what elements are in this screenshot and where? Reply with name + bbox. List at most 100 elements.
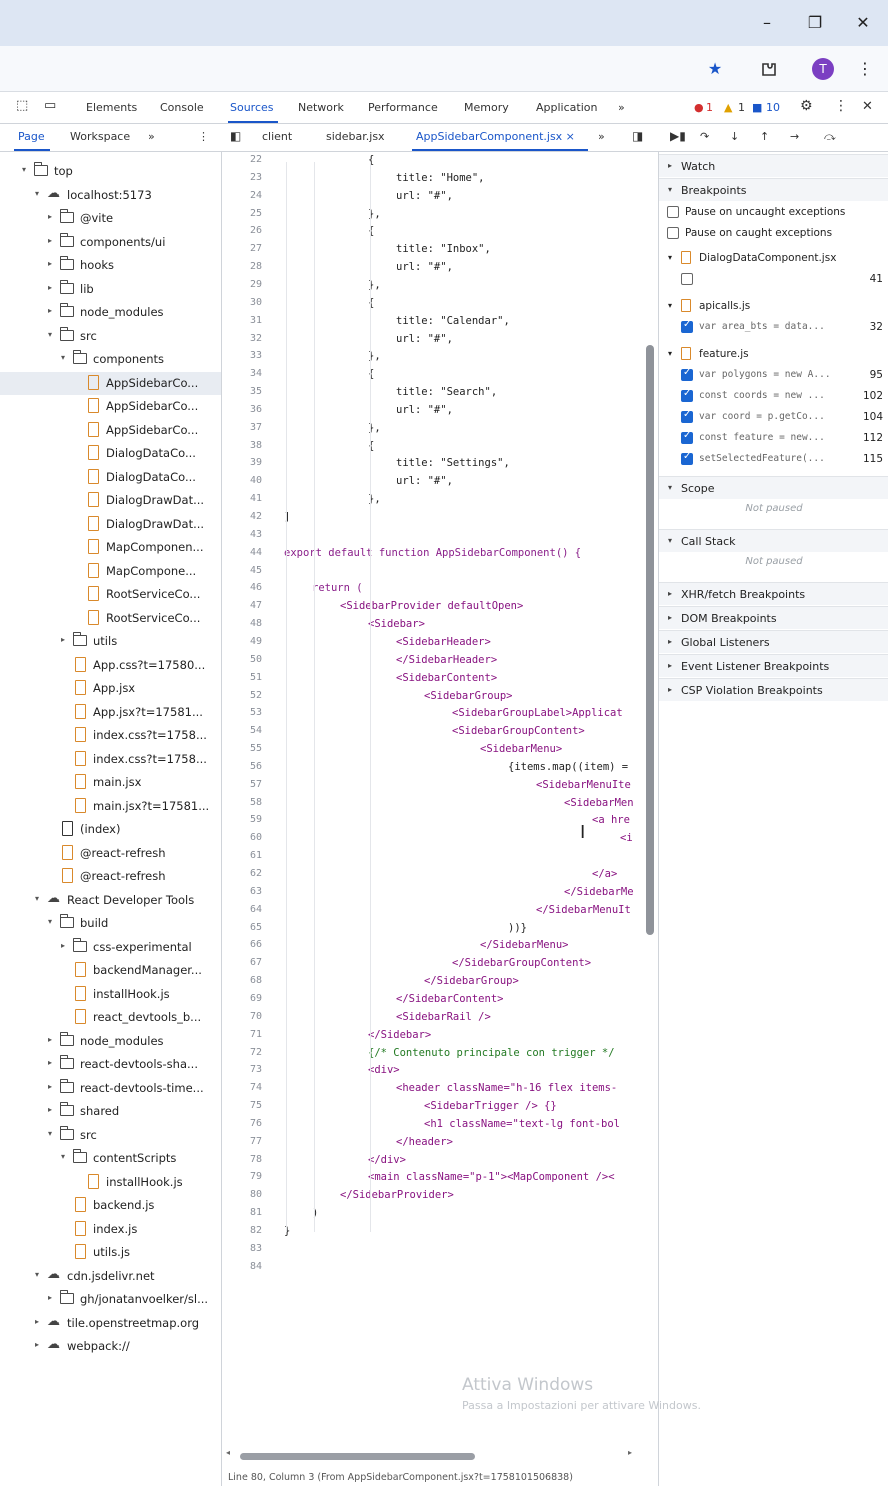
tree-item[interactable]: AppSidebarCo... [0, 371, 221, 395]
tree-item[interactable]: backendManager... [0, 959, 221, 982]
collapsed-arrow-icon[interactable]: ▸ [48, 1035, 52, 1044]
file-tab-client[interactable]: client [262, 130, 292, 143]
tree-item[interactable]: MapComponen... [0, 536, 221, 559]
tab-application[interactable]: Application [536, 101, 597, 114]
tree-item[interactable]: ▾ ☁ cdn.jsdelivr.net [0, 1265, 221, 1288]
breakpoints-section[interactable]: ▾ Breakpoints [659, 178, 888, 201]
tree-item[interactable]: AppSidebarCo... [0, 395, 221, 418]
collapsed-arrow-icon[interactable]: ▸ [35, 1317, 39, 1326]
line-number[interactable]: 57 [222, 779, 262, 790]
line-number[interactable]: 70 [222, 1011, 262, 1022]
line-number[interactable]: 39 [222, 457, 262, 468]
tab-network[interactable]: Network [298, 101, 344, 114]
line-number[interactable]: 63 [222, 886, 262, 897]
tree-item[interactable]: MapCompone... [0, 560, 221, 583]
star-icon[interactable]: ★ [702, 56, 728, 82]
line-number[interactable]: 24 [222, 190, 262, 201]
toggle-navigator-icon[interactable]: ◧ [230, 129, 241, 143]
tree-item[interactable]: ▸ node_modules [0, 1030, 221, 1053]
tab-sources[interactable]: Sources [230, 101, 274, 114]
expanded-arrow-icon[interactable]: ▾ [668, 253, 672, 262]
tree-item[interactable]: ▸ node_modules [0, 301, 221, 324]
line-number[interactable]: 28 [222, 261, 262, 272]
line-number[interactable]: 64 [222, 904, 262, 915]
more-tabs-button[interactable]: » [618, 101, 625, 114]
line-number[interactable]: 83 [222, 1243, 262, 1254]
line-number[interactable]: 58 [222, 797, 262, 808]
tree-item[interactable]: ▸ react-devtools-time... [0, 1077, 221, 1100]
collapsed-arrow-icon[interactable]: ▸ [61, 941, 65, 950]
tree-item[interactable]: react_devtools_b... [0, 1006, 221, 1029]
expanded-arrow-icon[interactable]: ▾ [668, 301, 672, 310]
tree-item[interactable]: ▸ shared [0, 1100, 221, 1123]
pause-caught-option[interactable]: Pause on caught exceptions [659, 223, 888, 244]
settings-gear-icon[interactable]: ⚙ [800, 98, 813, 114]
line-number[interactable]: 44 [222, 547, 262, 558]
breakpoint-file[interactable]: ▾ feature.js [659, 344, 888, 365]
tree-item[interactable]: ▾ src [0, 325, 221, 348]
expanded-arrow-icon[interactable]: ▾ [48, 330, 52, 339]
scope-section[interactable]: ▾ Scope [659, 476, 888, 499]
tree-item[interactable]: DialogDrawDat... [0, 489, 221, 512]
resume-icon[interactable]: ▶▮ [670, 129, 686, 143]
expanded-arrow-icon[interactable]: ▾ [48, 917, 52, 926]
collapsed-arrow-icon[interactable]: ▸ [48, 1293, 52, 1302]
tree-item[interactable]: main.jsx?t=17581... [0, 795, 221, 818]
line-number[interactable]: 31 [222, 315, 262, 326]
code-editor[interactable]: 22{23 title: "Home", 24 url: "#", 25}, 26{27 t… [222, 152, 658, 1452]
line-number[interactable]: 56 [222, 761, 262, 772]
breakpoint-checkbox[interactable] [681, 409, 693, 423]
debugger-subsection[interactable]: ▸ CSP Violation Breakpoints [659, 678, 888, 701]
collapsed-arrow-icon[interactable]: ▸ [61, 635, 65, 644]
tab-performance[interactable]: Performance [368, 101, 438, 114]
line-number[interactable]: 61 [222, 850, 262, 861]
error-count-icon[interactable]: ● [694, 101, 704, 114]
editor-vertical-scrollbar[interactable] [646, 345, 654, 935]
tree-item[interactable]: ▸ gh/jonatanvoelker/sl... [0, 1288, 221, 1311]
line-number[interactable]: 54 [222, 725, 262, 736]
toggle-debugger-icon[interactable]: ◨ [632, 129, 643, 143]
devtools-menu-icon[interactable]: ⋮ [834, 98, 848, 114]
line-number[interactable]: 47 [222, 600, 262, 611]
extension-icon[interactable] [756, 56, 782, 82]
pause-caught-checkbox[interactable] [667, 227, 679, 239]
step-icon[interactable]: → [790, 130, 799, 143]
line-number[interactable]: 26 [222, 225, 262, 236]
line-number[interactable]: 38 [222, 440, 262, 451]
file-tab-appsidebarcomponent[interactable]: AppSidebarComponent.jsx × [416, 130, 575, 143]
tree-item[interactable]: ▸ utils [0, 630, 221, 653]
breakpoint-item[interactable]: var area_bts = data... 32 [659, 317, 888, 338]
tab-memory[interactable]: Memory [464, 101, 509, 114]
file-tab-sidebar[interactable]: sidebar.jsx [326, 130, 385, 143]
tree-item[interactable]: index.js [0, 1218, 221, 1241]
collapsed-arrow-icon[interactable]: ▸ [48, 212, 52, 221]
tab-elements[interactable]: Elements [86, 101, 137, 114]
step-out-icon[interactable]: ↑ [760, 130, 769, 143]
line-number[interactable]: 68 [222, 975, 262, 986]
collapsed-arrow-icon[interactable]: ▸ [48, 1082, 52, 1091]
scroll-left-arrow-icon[interactable]: ◂ [226, 1448, 230, 1457]
call-stack-section[interactable]: ▾ Call Stack [659, 529, 888, 552]
line-number[interactable]: 48 [222, 618, 262, 629]
breakpoint-item[interactable]: var polygons = new A... 95 [659, 365, 888, 386]
menu-icon[interactable]: ⋮ [852, 56, 878, 82]
breakpoint-file[interactable]: ▾ DialogDataComponent.jsx [659, 248, 888, 269]
file-tabs-more[interactable]: » [598, 130, 605, 143]
line-number[interactable]: 73 [222, 1064, 262, 1075]
expanded-arrow-icon[interactable]: ▾ [61, 1152, 65, 1161]
tree-item[interactable]: App.jsx?t=17581... [0, 701, 221, 724]
breakpoint-checkbox[interactable] [681, 430, 693, 444]
line-number[interactable]: 62 [222, 868, 262, 879]
line-number[interactable]: 82 [222, 1225, 262, 1236]
tree-item[interactable]: DialogDrawDat... [0, 513, 221, 536]
tree-item[interactable]: main.jsx [0, 771, 221, 794]
scroll-right-arrow-icon[interactable]: ▸ [628, 1448, 632, 1457]
tree-item[interactable]: App.css?t=17580... [0, 654, 221, 677]
tree-item[interactable]: ▸ lib [0, 278, 221, 301]
line-number[interactable]: 80 [222, 1189, 262, 1200]
line-number[interactable]: 52 [222, 690, 262, 701]
tree-item[interactable]: ▸ hooks [0, 254, 221, 277]
expanded-arrow-icon[interactable]: ▾ [22, 165, 26, 174]
panel-menu-icon[interactable]: ⋮ [198, 130, 209, 143]
line-number[interactable]: 60 [222, 832, 262, 843]
